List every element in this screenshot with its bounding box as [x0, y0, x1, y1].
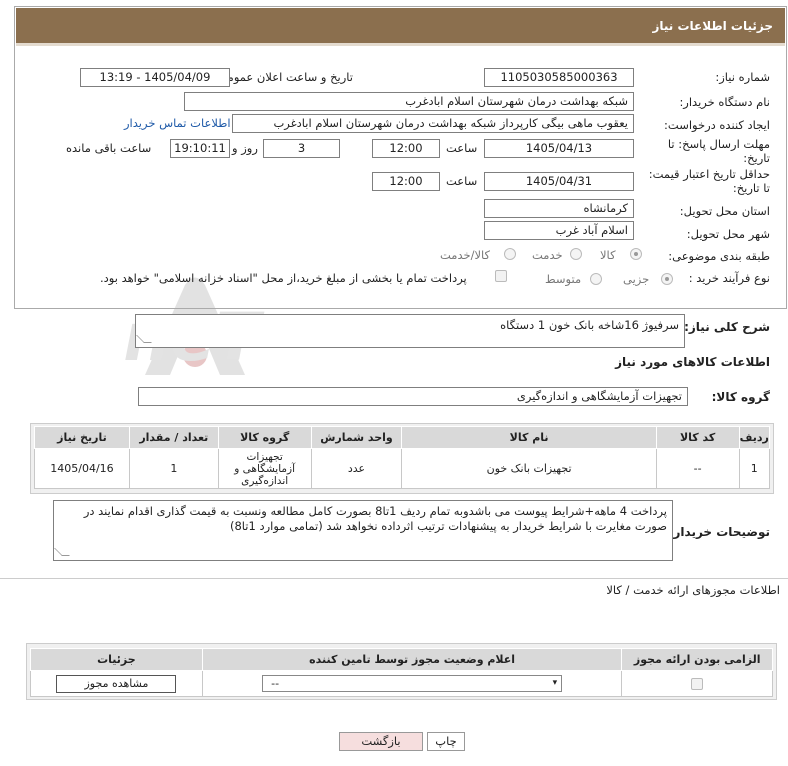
permit-details-cell: مشاهده مجوز	[30, 670, 203, 697]
deadline-date-label: تاریخ:	[743, 151, 770, 165]
buyer-contact-link[interactable]: اطلاعات تماس خریدار	[124, 116, 231, 130]
back-button[interactable]: بازگشت	[339, 732, 423, 751]
announce-datetime-field: 1405/04/09 - 13:19	[80, 68, 230, 87]
buyer-notes-text: پرداخت 4 ماهه+شرایط پیوست می باشدوبه تما…	[83, 504, 667, 533]
need-number-field: 1105030585000363	[484, 68, 634, 87]
category-option-service: خدمت	[532, 248, 563, 262]
cell-name: تجهیزات بانک خون	[401, 448, 657, 489]
goods-group-field: تجهیزات آزمایشگاهی و اندازه‌گیری	[138, 387, 688, 406]
city-field: اسلام آباد غرب	[484, 221, 634, 240]
process-option-minor: جزیی	[623, 272, 650, 286]
remaining-days-field: 3	[263, 139, 340, 158]
page-title: جزئیات اطلاعات نیاز	[652, 19, 773, 33]
page-header: جزئیات اطلاعات نیاز	[16, 8, 785, 46]
divider	[0, 578, 788, 579]
validity-date-field: 1405/04/31	[484, 172, 634, 191]
process-type-label: نوع فرآیند خرید :	[688, 271, 770, 285]
category-option-goods: کالا	[600, 248, 616, 262]
cell-code: --	[655, 448, 740, 489]
treasury-payment-note: پرداخت تمام یا بخشی از مبلغ خرید،از محل …	[100, 271, 467, 285]
remaining-label: ساعت باقی مانده	[66, 141, 152, 155]
goods-group-label: گروه کالا:	[711, 390, 770, 404]
col-permit-status: اعلام وضعیت مجوز توسط تامین کننده	[201, 648, 623, 671]
permits-table-header: الزامی بودن ارائه مجوز اعلام وضعیت مجوز …	[30, 648, 773, 671]
treasury-payment-checkbox[interactable]	[495, 270, 507, 282]
city-label: شهر محل تحویل:	[686, 227, 770, 241]
category-radio-service[interactable]	[570, 248, 582, 260]
deadline-label: مهلت ارسال پاسخ: تا	[667, 137, 770, 151]
col-permit-details: جزئیات	[30, 648, 203, 671]
category-radio-both[interactable]	[504, 248, 516, 260]
table-row: -- ▾ مشاهده مجوز	[30, 670, 773, 697]
remaining-time-field: 19:10:11	[170, 139, 230, 158]
process-option-medium: متوسط	[545, 272, 582, 286]
cell-qty: 1	[128, 448, 219, 489]
chevron-down-icon: ▾	[552, 678, 558, 688]
requester-field: یعقوب ماهی بیگی کارپرداز شبکه بهداشت درم…	[232, 114, 634, 133]
province-field: کرمانشاه	[484, 199, 634, 218]
cell-group: تجهیزات آزمایشگاهی و اندازه‌گیری	[217, 448, 312, 489]
requester-label: ایجاد کننده درخواست:	[664, 118, 770, 132]
category-radio-goods[interactable]	[630, 248, 642, 260]
resize-handle-icon[interactable]	[136, 335, 152, 343]
permit-status-cell: -- ▾	[201, 670, 623, 697]
validity-date-label: تا تاریخ:	[732, 181, 770, 195]
validity-time-field: 12:00	[372, 172, 440, 191]
col-group: گروه کالا	[217, 426, 312, 449]
permits-table: الزامی بودن ارائه مجوز اعلام وضعیت مجوز …	[30, 648, 773, 697]
cell-row: 1	[738, 448, 770, 489]
deadline-date-field: 1405/04/13	[484, 139, 634, 158]
col-permit-required: الزامی بودن ارائه مجوز	[621, 648, 773, 671]
summary-field: سرفیوژ 16شاخه بانک خون 1 دستگاه	[135, 314, 685, 348]
permit-status-value: --	[271, 677, 280, 690]
summary-label: شرح کلی نیاز:	[684, 320, 770, 334]
buyer-org-field: شبکه بهداشت درمان شهرستان اسلام ابادغرب	[184, 92, 634, 111]
deadline-time-field: 12:00	[372, 139, 440, 158]
process-radio-medium[interactable]	[590, 273, 602, 285]
buyer-notes-field: پرداخت 4 ماهه+شرایط پیوست می باشدوبه تما…	[53, 500, 673, 561]
col-unit: واحد شمارش	[310, 426, 403, 449]
resize-handle-icon[interactable]	[54, 548, 70, 556]
process-radio-minor[interactable]	[661, 273, 673, 285]
buyer-org-label: نام دستگاه خریدار:	[679, 95, 770, 109]
permit-status-select[interactable]: -- ▾	[262, 675, 563, 692]
goods-table-header: ردیف کد کالا نام کالا واحد شمارش گروه کا…	[34, 426, 770, 449]
announce-label: تاریخ و ساعت اعلان عمومی:	[214, 70, 353, 84]
province-label: استان محل تحویل:	[679, 204, 770, 218]
validity-time-label: ساعت	[446, 174, 478, 188]
buyer-notes-label: توضیحات خریدار:	[668, 525, 770, 539]
table-row: 1 -- تجهیزات بانک خون عدد تجهیزات آزمایش…	[34, 448, 770, 489]
deadline-time-label: ساعت	[446, 141, 478, 155]
need-number-label: شماره نیاز:	[715, 70, 770, 84]
col-row: ردیف	[738, 426, 770, 449]
col-code: کد کالا	[655, 426, 740, 449]
view-permit-button[interactable]: مشاهده مجوز	[56, 674, 177, 693]
col-qty: تعداد / مقدار	[128, 426, 219, 449]
summary-text: سرفیوژ 16شاخه بانک خون 1 دستگاه	[500, 318, 679, 332]
permit-required-checkbox	[691, 678, 704, 690]
cell-unit: عدد	[310, 448, 403, 489]
validity-label: حداقل تاریخ اعتبار قیمت:	[648, 167, 770, 181]
permit-required-cell	[621, 670, 773, 697]
category-label: طبقه بندی موضوعی:	[668, 249, 770, 263]
permits-title: اطلاعات مجوزهای ارائه خدمت / کالا	[606, 583, 780, 597]
print-button[interactable]: چاپ	[427, 732, 465, 751]
cell-date: 1405/04/16	[34, 448, 130, 489]
days-label: روز و	[232, 141, 258, 155]
goods-info-title: اطلاعات کالاهای مورد نیاز	[615, 355, 770, 369]
category-option-both: کالا/خدمت	[440, 248, 491, 262]
col-date: تاریخ نیاز	[34, 426, 130, 449]
goods-table: ردیف کد کالا نام کالا واحد شمارش گروه کا…	[34, 426, 770, 489]
col-name: نام کالا	[401, 426, 657, 449]
